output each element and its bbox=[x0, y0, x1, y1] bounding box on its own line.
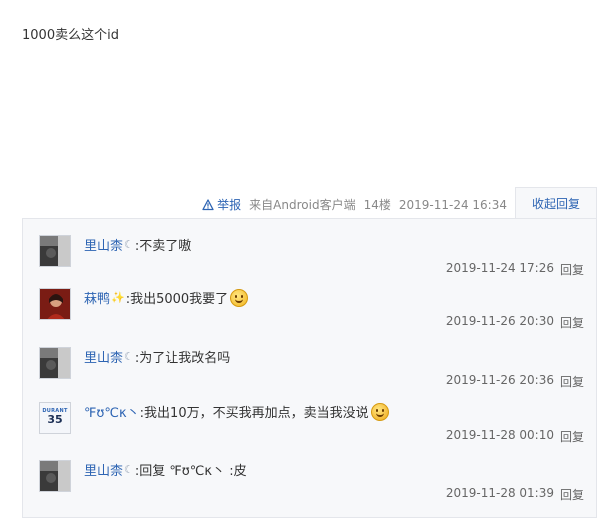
reply-time: 2019-11-26 20:36 bbox=[445, 373, 554, 387]
post-content: 1000卖么这个id bbox=[22, 28, 119, 43]
reply-item: 菻鸭 ✨ :我出5000我要了 2019-11-26 20:30 回复 bbox=[39, 288, 584, 344]
reply-footer: 2019-11-24 17:26 回复 bbox=[446, 261, 584, 278]
reply-item: 里山柰 ☾ :回复 ℉ʊ℃κ丶 :皮 2019-11-28 01:39 回复 bbox=[39, 460, 584, 516]
reply-footer: 2019-11-28 00:10 回复 bbox=[446, 428, 584, 445]
reply-content: ℉ʊ℃κ丶 :我出10万，不买我再加点，卖当我没说 bbox=[84, 402, 389, 421]
reply-content: 菻鸭 ✨ :我出5000我要了 bbox=[84, 288, 249, 307]
avatar-dark-photo-icon[interactable] bbox=[39, 460, 71, 492]
moon-badge-icon: ☾ bbox=[124, 463, 134, 476]
reply-content: 里山柰 ☾ :为了让我改名吗 bbox=[84, 347, 230, 366]
avatar-jersey-icon[interactable]: DURANT 35 bbox=[39, 402, 71, 434]
reply-username[interactable]: 里山柰 bbox=[84, 347, 123, 366]
laugh-emoji-icon bbox=[370, 402, 389, 421]
reply-text: :我出10万，不买我再加点，卖当我没说 bbox=[139, 406, 369, 421]
reply-username[interactable]: ℉ʊ℃κ丶 bbox=[84, 402, 140, 421]
reply-item: 里山柰 ☾ :不卖了嗷 2019-11-24 17:26 回复 bbox=[39, 235, 584, 291]
moon-badge-icon: ☾ bbox=[124, 238, 134, 251]
collapse-replies-button[interactable]: 收起回复 bbox=[515, 187, 597, 219]
avatar-dark-photo-icon[interactable] bbox=[39, 347, 71, 379]
post-meta: 举报 来自Android客户端 14楼 2019-11-24 16:34 bbox=[202, 196, 507, 213]
avatar-dark-photo-icon[interactable] bbox=[39, 235, 71, 267]
post-timestamp: 2019-11-24 16:34 bbox=[398, 197, 507, 212]
sparkle-badge-icon: ✨ bbox=[111, 291, 125, 304]
reply-content: 里山柰 ☾ :回复 ℉ʊ℃κ丶 :皮 bbox=[84, 460, 247, 479]
reply-time: 2019-11-28 01:39 bbox=[445, 486, 554, 500]
reply-text: :我出5000我要了 bbox=[125, 292, 229, 307]
moon-badge-icon: ☾ bbox=[124, 350, 134, 363]
reply-button[interactable]: 回复 bbox=[560, 314, 584, 331]
reply-footer: 2019-11-26 20:36 回复 bbox=[446, 373, 584, 390]
smile-emoji-icon bbox=[230, 288, 249, 307]
floor-number: 14楼 bbox=[363, 198, 391, 212]
report-label: 举报 bbox=[217, 198, 242, 212]
reply-time: 2019-11-24 17:26 bbox=[445, 261, 554, 275]
reply-username[interactable]: 菻鸭 bbox=[84, 288, 110, 307]
reply-item: 里山柰 ☾ :为了让我改名吗 2019-11-26 20:36 回复 bbox=[39, 347, 584, 403]
reply-button[interactable]: 回复 bbox=[560, 486, 584, 503]
avatar-red-photo-icon[interactable] bbox=[39, 288, 71, 320]
warning-icon bbox=[202, 198, 214, 210]
reply-text: :回复 ℉ʊ℃κ丶 :皮 bbox=[134, 464, 247, 479]
client-source: 来自Android客户端 bbox=[249, 198, 356, 212]
reply-button[interactable]: 回复 bbox=[560, 373, 584, 390]
reply-footer: 2019-11-26 20:30 回复 bbox=[446, 314, 584, 331]
reply-content: 里山柰 ☾ :不卖了嗷 bbox=[84, 235, 191, 254]
reply-username[interactable]: 里山柰 bbox=[84, 235, 123, 254]
reply-time: 2019-11-26 20:30 bbox=[445, 314, 554, 328]
report-link[interactable]: 举报 bbox=[202, 196, 241, 213]
reply-button[interactable]: 回复 bbox=[560, 261, 584, 278]
avatar-jersey-number: 35 bbox=[47, 413, 63, 426]
reply-text: :为了让我改名吗 bbox=[134, 351, 231, 366]
reply-footer: 2019-11-28 01:39 回复 bbox=[446, 486, 584, 503]
reply-username[interactable]: 里山柰 bbox=[84, 460, 123, 479]
reply-panel: 里山柰 ☾ :不卖了嗷 2019-11-24 17:26 回复 菻鸭 ✨ :我出… bbox=[22, 218, 597, 518]
reply-time: 2019-11-28 00:10 bbox=[445, 428, 554, 442]
reply-item: DURANT 35 ℉ʊ℃κ丶 :我出10万，不买我再加点，卖当我没说 2019… bbox=[39, 402, 584, 458]
reply-button[interactable]: 回复 bbox=[560, 428, 584, 445]
reply-text: :不卖了嗷 bbox=[134, 239, 192, 254]
